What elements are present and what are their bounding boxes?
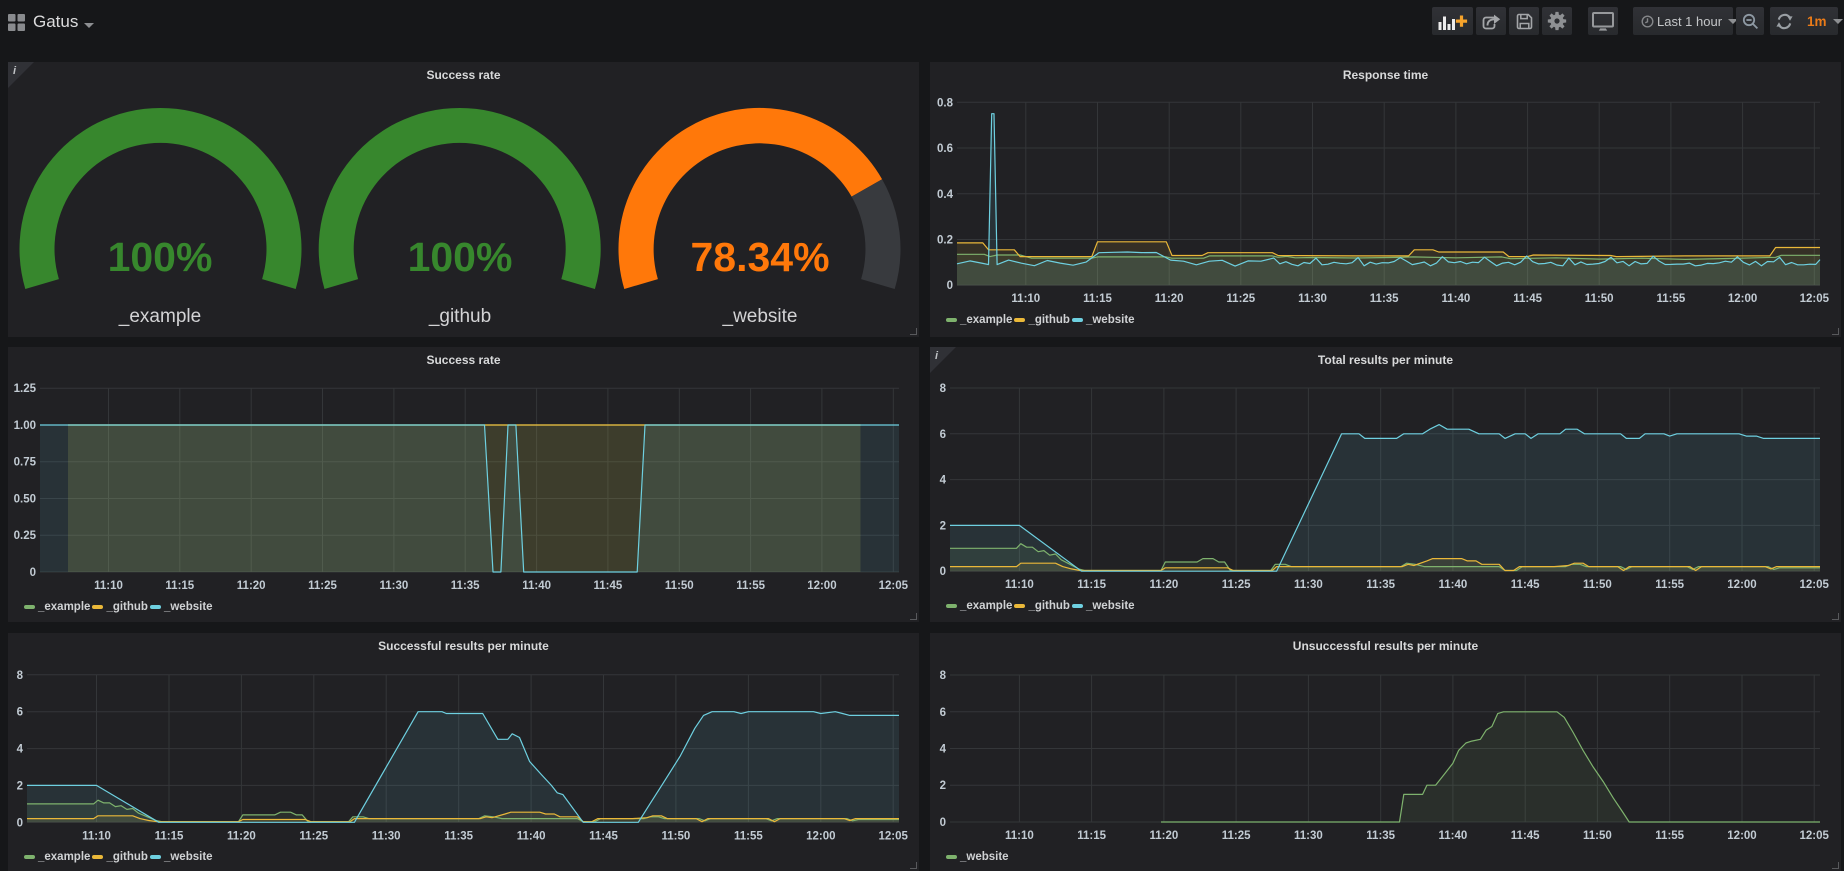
svg-text:_example: _example [118, 306, 201, 327]
svg-text:12:05: 12:05 [1799, 830, 1829, 842]
svg-text:11:45: 11:45 [589, 830, 618, 842]
svg-text:11:30: 11:30 [372, 830, 401, 842]
svg-text:11:15: 11:15 [1077, 579, 1106, 591]
svg-text:12:00: 12:00 [806, 830, 835, 842]
svg-text:11:10: 11:10 [94, 580, 123, 592]
svg-text:11:40: 11:40 [517, 830, 546, 842]
svg-text:0: 0 [940, 566, 946, 578]
svg-text:11:20: 11:20 [237, 580, 266, 592]
svg-text:11:20: 11:20 [227, 830, 256, 842]
svg-text:4: 4 [17, 744, 24, 756]
svg-text:12:00: 12:00 [1727, 579, 1756, 591]
svg-text:100%: 100% [408, 234, 513, 280]
svg-text:6: 6 [940, 707, 946, 719]
svg-text:11:35: 11:35 [1366, 830, 1395, 842]
svg-text:11:55: 11:55 [736, 580, 765, 592]
svg-text:11:50: 11:50 [1583, 579, 1612, 591]
svg-text:4: 4 [940, 744, 947, 756]
svg-text:11:55: 11:55 [1655, 579, 1684, 591]
svg-text:11:25: 11:25 [1222, 830, 1251, 842]
svg-text:8: 8 [17, 670, 24, 682]
svg-text:11:25: 11:25 [1222, 579, 1251, 591]
svg-text:11:10: 11:10 [82, 830, 111, 842]
svg-text:11:30: 11:30 [1298, 293, 1327, 305]
svg-text:6: 6 [940, 429, 946, 441]
svg-text:8: 8 [940, 383, 947, 395]
svg-text:11:40: 11:40 [1442, 293, 1471, 305]
svg-text:11:15: 11:15 [155, 830, 184, 842]
svg-text:0: 0 [940, 817, 946, 829]
svg-text:0.50: 0.50 [14, 494, 36, 506]
svg-text:78.34%: 78.34% [690, 234, 829, 280]
svg-text:11:50: 11:50 [1583, 830, 1612, 842]
svg-text:1.25: 1.25 [14, 383, 37, 395]
svg-text:11:20: 11:20 [1150, 579, 1179, 591]
svg-text:12:05: 12:05 [879, 580, 909, 592]
svg-text:11:35: 11:35 [444, 830, 473, 842]
svg-text:11:30: 11:30 [1294, 830, 1323, 842]
svg-text:11:35: 11:35 [451, 580, 480, 592]
svg-text:11:15: 11:15 [165, 580, 194, 592]
svg-text:12:00: 12:00 [807, 580, 836, 592]
svg-text:11:55: 11:55 [1657, 293, 1686, 305]
svg-text:11:55: 11:55 [1655, 830, 1684, 842]
svg-text:11:50: 11:50 [1585, 293, 1614, 305]
svg-text:11:45: 11:45 [1511, 579, 1540, 591]
svg-text:0.6: 0.6 [937, 143, 953, 155]
svg-text:11:20: 11:20 [1155, 293, 1184, 305]
svg-text:2: 2 [940, 520, 946, 532]
svg-text:11:35: 11:35 [1366, 579, 1395, 591]
svg-text:11:45: 11:45 [1513, 293, 1542, 305]
svg-text:0.25: 0.25 [14, 530, 37, 542]
svg-text:_website: _website [722, 306, 798, 327]
svg-text:11:40: 11:40 [1439, 830, 1468, 842]
svg-text:100%: 100% [108, 234, 213, 280]
svg-text:11:40: 11:40 [1439, 579, 1468, 591]
svg-text:11:40: 11:40 [522, 580, 551, 592]
svg-text:1.00: 1.00 [14, 420, 36, 432]
svg-text:11:25: 11:25 [308, 580, 337, 592]
svg-text:11:45: 11:45 [1511, 830, 1540, 842]
svg-text:11:10: 11:10 [1011, 293, 1040, 305]
svg-text:11:50: 11:50 [662, 830, 691, 842]
svg-text:12:05: 12:05 [878, 830, 908, 842]
svg-text:11:50: 11:50 [665, 580, 694, 592]
svg-text:0.2: 0.2 [937, 235, 953, 247]
svg-text:8: 8 [940, 670, 947, 682]
svg-text:6: 6 [17, 707, 23, 719]
svg-text:0: 0 [17, 817, 23, 829]
svg-text:_github: _github [428, 306, 491, 327]
svg-text:0: 0 [947, 280, 953, 292]
svg-text:0.4: 0.4 [937, 189, 954, 201]
svg-text:11:10: 11:10 [1005, 579, 1034, 591]
svg-text:11:15: 11:15 [1077, 830, 1106, 842]
svg-text:11:25: 11:25 [299, 830, 328, 842]
svg-text:11:25: 11:25 [1226, 293, 1255, 305]
svg-text:11:20: 11:20 [1150, 830, 1179, 842]
svg-text:4: 4 [940, 475, 947, 487]
svg-text:12:00: 12:00 [1727, 830, 1756, 842]
svg-text:12:05: 12:05 [1799, 579, 1829, 591]
svg-text:0: 0 [30, 567, 36, 579]
svg-text:2: 2 [940, 780, 946, 792]
svg-text:12:00: 12:00 [1728, 293, 1757, 305]
svg-text:12:05: 12:05 [1800, 293, 1830, 305]
svg-text:11:15: 11:15 [1083, 293, 1112, 305]
svg-text:11:30: 11:30 [1294, 579, 1323, 591]
svg-text:11:35: 11:35 [1370, 293, 1399, 305]
svg-text:11:55: 11:55 [734, 830, 763, 842]
svg-text:11:10: 11:10 [1005, 830, 1034, 842]
svg-text:0.8: 0.8 [937, 97, 954, 109]
svg-text:11:30: 11:30 [380, 580, 409, 592]
svg-text:0.75: 0.75 [14, 457, 37, 469]
svg-text:2: 2 [17, 780, 23, 792]
svg-text:11:45: 11:45 [594, 580, 623, 592]
